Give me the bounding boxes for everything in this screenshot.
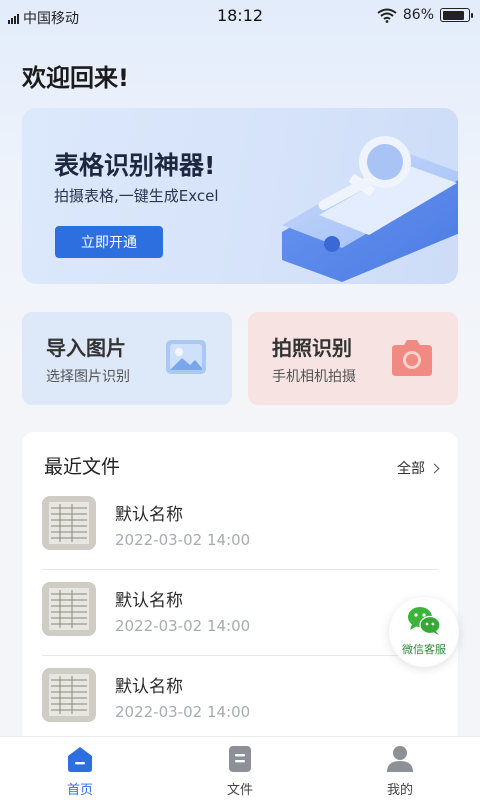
banner-title: 表格识别神器! <box>54 151 216 180</box>
file-name: 默认名称 <box>115 505 183 525</box>
file-date: 2022-03-02 14:00 <box>115 617 251 635</box>
status-bar: 中国移动 18:12 86% <box>0 0 480 34</box>
recent-files-title: 最近文件 <box>44 456 121 478</box>
file-name: 默认名称 <box>115 677 183 697</box>
file-list-item[interactable]: 默认名称 2022-03-02 14:00 <box>42 484 438 570</box>
wechat-service-button[interactable]: 微信客服 <box>389 597 459 667</box>
file-icon <box>229 746 251 772</box>
camera-scan-subtitle: 手机相机拍摄 <box>272 369 356 385</box>
camera-icon <box>392 340 432 376</box>
tab-mine-label: 我的 <box>386 783 413 798</box>
battery-percent: 86% <box>402 7 434 23</box>
wechat-service-label: 微信客服 <box>402 643 446 656</box>
file-list-item[interactable]: 默认名称 2022-03-02 14:00 <box>42 656 438 742</box>
import-image-card[interactable]: 导入图片 选择图片识别 <box>22 312 232 405</box>
file-list-item[interactable]: 默认名称 2022-03-02 14:00 <box>42 570 438 656</box>
image-icon <box>166 340 206 374</box>
file-name: 默认名称 <box>115 591 183 611</box>
wifi-icon <box>377 8 397 23</box>
tab-mine[interactable]: 我的 <box>320 737 480 800</box>
tab-home[interactable]: 首页 <box>0 737 160 800</box>
file-date: 2022-03-02 14:00 <box>115 531 251 549</box>
banner-subtitle: 拍摄表格,一键生成Excel <box>54 187 219 205</box>
file-thumbnail <box>42 582 96 636</box>
view-all-link[interactable]: 全部 <box>397 458 440 478</box>
welcome-title: 欢迎回来! <box>22 64 129 92</box>
magnifier-illustration <box>282 136 458 282</box>
recent-files-panel: 最近文件 全部 默认名称 2022-03-02 14:00 默认名称 2022-… <box>22 432 458 752</box>
activate-button[interactable]: 立即开通 <box>55 226 163 258</box>
view-all-label: 全部 <box>397 461 425 477</box>
file-thumbnail <box>42 496 96 550</box>
battery-icon <box>440 8 473 22</box>
camera-scan-card[interactable]: 拍照识别 手机相机拍摄 <box>248 312 458 405</box>
chevron-right-icon <box>429 463 440 473</box>
bottom-tab-bar: 首页 文件 我的 <box>0 736 480 800</box>
tab-home-label: 首页 <box>66 783 93 798</box>
battery-level <box>442 10 464 20</box>
file-date: 2022-03-02 14:00 <box>115 703 251 721</box>
status-right: 86% <box>377 7 473 23</box>
camera-scan-title: 拍照识别 <box>272 336 352 360</box>
import-image-subtitle: 选择图片识别 <box>46 369 130 385</box>
tab-files-label: 文件 <box>226 783 253 798</box>
home-icon <box>68 747 92 772</box>
tab-files[interactable]: 文件 <box>160 737 320 800</box>
promo-banner[interactable]: 表格识别神器! 拍摄表格,一键生成Excel 立即开通 <box>22 108 458 284</box>
user-icon <box>387 746 413 772</box>
file-thumbnail <box>42 668 96 722</box>
wechat-icon <box>408 607 441 635</box>
import-image-title: 导入图片 <box>46 336 126 360</box>
